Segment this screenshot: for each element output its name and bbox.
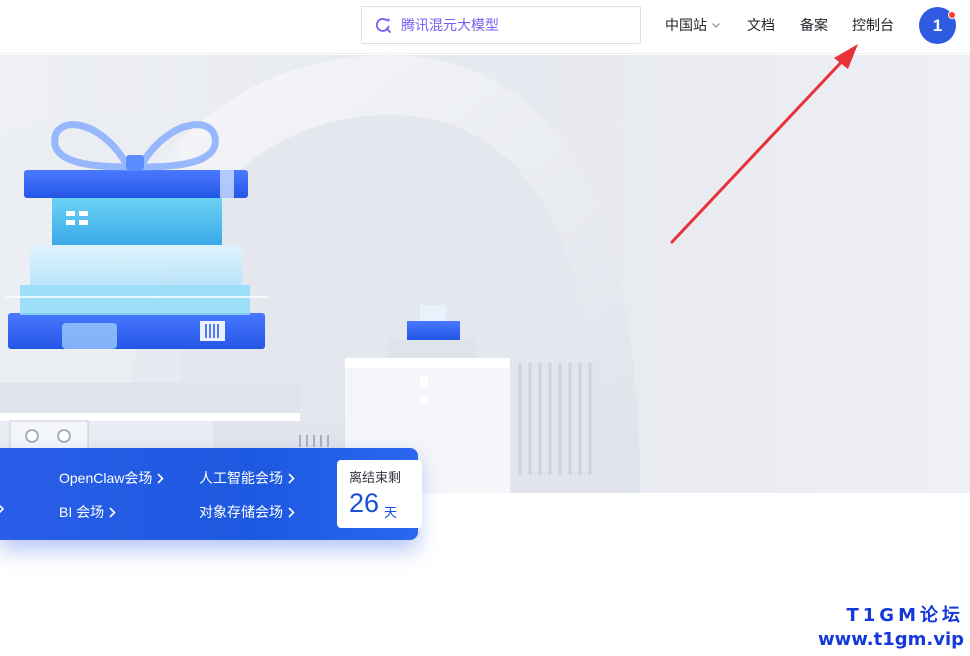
search-box[interactable] xyxy=(361,6,641,44)
chevron-right-icon xyxy=(288,506,295,518)
promo-venue-strip: OpenClaw会场 人工智能会场 BI 会场 对象存储会场 离结束剩 26 天 xyxy=(0,448,422,540)
avatar-initial: 1 xyxy=(932,15,943,35)
notification-dot xyxy=(948,11,956,19)
chevron-right-icon xyxy=(0,504,5,514)
venue-link-object-storage[interactable]: 对象存储会场 xyxy=(199,502,295,522)
chevron-right-icon xyxy=(157,472,165,484)
nav-docs-label: 文档 xyxy=(747,17,775,33)
chevron-right-icon xyxy=(109,506,116,518)
nav-console-link[interactable]: 控制台 xyxy=(852,0,894,50)
watermark-url: www.t1gm.vip xyxy=(818,629,964,650)
nav-docs-link[interactable]: 文档 xyxy=(747,0,775,50)
nav-beian-link[interactable]: 备案 xyxy=(800,0,828,50)
venue-link-ai[interactable]: 人工智能会场 xyxy=(199,468,295,488)
venue-label: BI 会场 xyxy=(59,504,105,520)
hero-illustration xyxy=(0,55,640,493)
watermark-forum-name: T1GM论坛 xyxy=(846,605,964,626)
countdown-days: 26 xyxy=(349,488,380,518)
countdown-label: 离结束剩 xyxy=(349,470,402,485)
countdown-card: 离结束剩 26 天 xyxy=(337,460,422,528)
top-navigation-bar: 中国站 文档 备案 控制台 1 xyxy=(0,0,970,54)
region-selector[interactable]: 中国站 xyxy=(665,0,721,50)
region-label: 中国站 xyxy=(665,17,707,33)
chevron-right-icon xyxy=(288,472,295,484)
venue-label: OpenClaw会场 xyxy=(59,470,153,486)
hero-banner xyxy=(0,55,970,493)
search-input[interactable] xyxy=(401,10,631,40)
venue-label: 对象存储会场 xyxy=(199,504,283,520)
nav-console-label: 控制台 xyxy=(852,17,894,33)
nav-beian-label: 备案 xyxy=(800,17,828,33)
countdown-unit: 天 xyxy=(384,505,398,520)
sparkle-search-icon xyxy=(375,17,391,33)
venue-label: 人工智能会场 xyxy=(199,470,283,486)
venue-link-bi[interactable]: BI 会场 xyxy=(59,502,116,522)
chevron-down-icon xyxy=(712,23,720,28)
venue-link-openclaw[interactable]: OpenClaw会场 xyxy=(59,468,165,488)
